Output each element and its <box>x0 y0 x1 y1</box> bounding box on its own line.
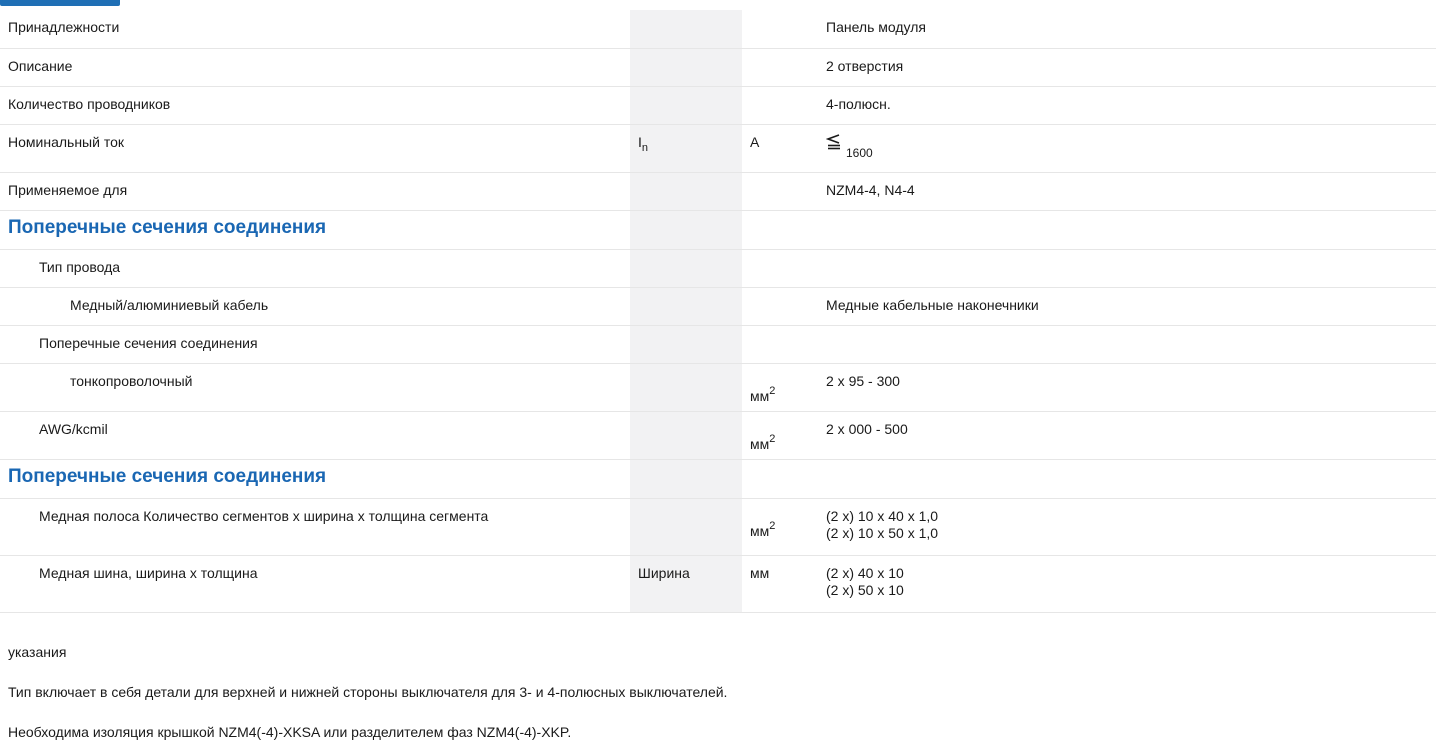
row-label: Тип провода <box>0 249 630 288</box>
row-value <box>818 249 1436 288</box>
table-row: Применяемое для NZM4-4, N4-4 <box>0 172 1436 211</box>
row-value: (2 x) 10 x 40 x 1,0 (2 x) 10 x 50 x 1,0 <box>818 498 1436 556</box>
symbol-cell <box>630 48 742 87</box>
symbol-cell <box>630 363 742 412</box>
row-value <box>818 459 1436 499</box>
table-row: Медный/алюминиевый кабель Медные кабельн… <box>0 287 1436 326</box>
row-value: 2 x 95 - 300 <box>818 363 1436 412</box>
notes-heading: указания <box>8 644 67 660</box>
row-label: Медный/алюминиевый кабель <box>0 287 630 326</box>
table-row: Медная шина, ширина x толщина Ширина мм … <box>0 555 1436 613</box>
value-line: (2 x) 10 x 40 x 1,0 <box>826 507 939 524</box>
less-equal-icon <box>826 133 840 149</box>
notes-section: указания Тип включает в себя детали для … <box>8 632 1428 747</box>
unit-superscript: 2 <box>769 519 776 532</box>
section-header-row: Поперечные сечения соединения <box>0 210 1436 250</box>
table-row: AWG/kcmil мм2 2 x 000 - 500 <box>0 411 1436 460</box>
section-title: Поперечные сечения соединения <box>0 210 630 250</box>
row-label: Применяемое для <box>0 172 630 211</box>
row-label: Номинальный ток <box>0 124 630 173</box>
symbol-cell <box>630 459 742 499</box>
section-title: Поперечные сечения соединения <box>0 459 630 499</box>
symbol-cell <box>630 287 742 326</box>
spec-table: Принадлежности Панель модуля Описание 2 … <box>0 10 1436 613</box>
row-value: 2 отверстия <box>818 48 1436 87</box>
unit-text: мм <box>750 522 770 539</box>
unit-superscript: 2 <box>769 432 776 445</box>
row-value: (2 x) 40 x 10 (2 x) 50 x 10 <box>818 555 1436 613</box>
unit-cell: A <box>742 124 818 173</box>
top-accent-bar <box>0 0 120 6</box>
current-symbol-subscript: n <box>641 141 649 154</box>
row-value: 1600 <box>818 124 1436 173</box>
unit-cell: мм <box>742 555 818 613</box>
unit-cell: мм2 <box>742 498 818 556</box>
table-row: тонкопроволочный мм2 2 x 95 - 300 <box>0 363 1436 412</box>
row-value: 2 x 000 - 500 <box>818 411 1436 460</box>
symbol-cell <box>630 325 742 364</box>
row-label: AWG/kcmil <box>0 411 630 460</box>
unit-cell <box>742 325 818 364</box>
row-value: NZM4-4, N4-4 <box>818 172 1436 211</box>
unit-cell <box>742 459 818 499</box>
table-row: Описание 2 отверстия <box>0 48 1436 87</box>
section-header-row: Поперечные сечения соединения <box>0 459 1436 499</box>
symbol-cell <box>630 498 742 556</box>
row-value <box>818 210 1436 250</box>
unit-text: мм <box>750 387 770 404</box>
symbol-cell <box>630 411 742 460</box>
table-row: Поперечные сечения соединения <box>0 325 1436 364</box>
unit-cell <box>742 86 818 125</box>
symbol-cell <box>630 10 742 49</box>
note-line: Необходима изоляция крышкой NZM4(-4)-XKS… <box>8 724 572 740</box>
table-row: Номинальный ток In A 1600 <box>0 124 1436 173</box>
symbol-cell: In <box>630 124 742 173</box>
row-value <box>818 325 1436 364</box>
symbol-cell <box>630 86 742 125</box>
table-row: Медная полоса Количество сегментов x шир… <box>0 498 1436 556</box>
row-label: Количество проводников <box>0 86 630 125</box>
row-label: Медная полоса Количество сегментов x шир… <box>0 498 630 556</box>
unit-cell <box>742 287 818 326</box>
unit-cell: мм2 <box>742 363 818 412</box>
table-row: Количество проводников 4-полюсн. <box>0 86 1436 125</box>
unit-cell <box>742 210 818 250</box>
row-label: Поперечные сечения соединения <box>0 325 630 364</box>
table-row: Тип провода <box>0 249 1436 288</box>
symbol-cell <box>630 210 742 250</box>
unit-cell <box>742 10 818 49</box>
row-value: Медные кабельные наконечники <box>818 287 1436 326</box>
row-label: Принадлежности <box>0 10 630 49</box>
row-value: 4-полюсн. <box>818 86 1436 125</box>
unit-cell <box>742 172 818 211</box>
unit-cell <box>742 249 818 288</box>
current-value: 1600 <box>846 145 873 160</box>
unit-cell <box>742 48 818 87</box>
value-line: (2 x) 40 x 10 <box>826 564 904 581</box>
symbol-cell: Ширина <box>630 555 742 613</box>
row-label: Медная шина, ширина x толщина <box>0 555 630 613</box>
symbol-cell <box>630 249 742 288</box>
row-label: тонкопроволочный <box>0 363 630 412</box>
symbol-cell <box>630 172 742 211</box>
note-line: Тип включает в себя детали для верхней и… <box>8 684 728 700</box>
value-line: (2 x) 50 x 10 <box>826 581 904 598</box>
value-line: (2 x) 10 x 50 x 1,0 <box>826 524 939 541</box>
unit-superscript: 2 <box>769 384 776 397</box>
unit-text: мм <box>750 435 770 452</box>
row-value: Панель модуля <box>818 10 1436 49</box>
table-row: Принадлежности Панель модуля <box>0 10 1436 49</box>
row-label: Описание <box>0 48 630 87</box>
unit-cell: мм2 <box>742 411 818 460</box>
